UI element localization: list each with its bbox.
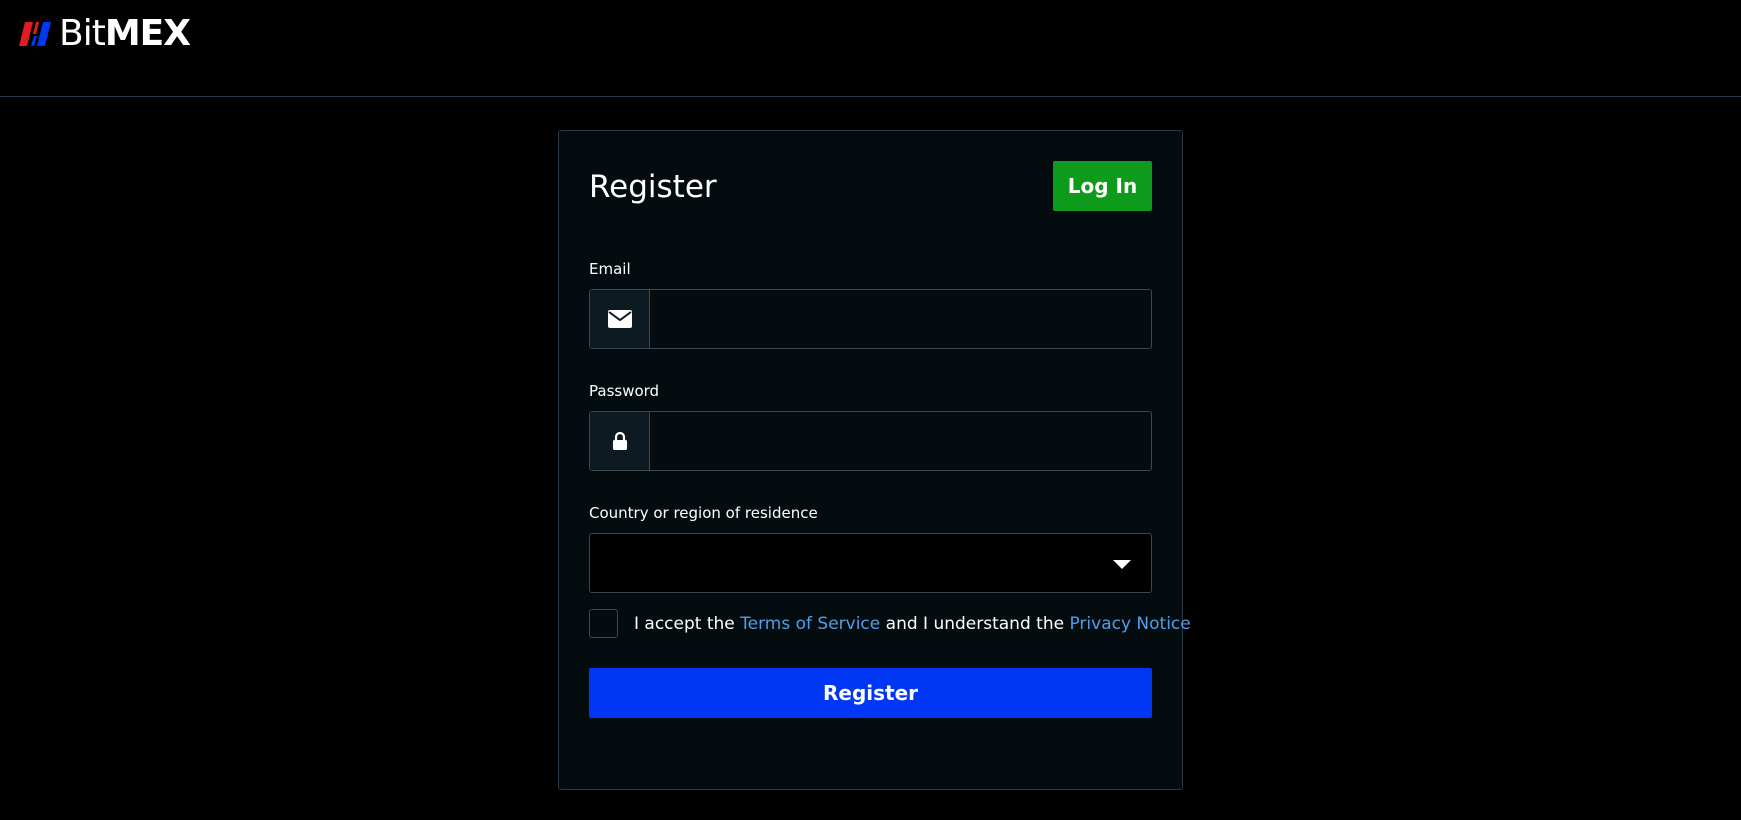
terms-of-service-link[interactable]: Terms of Service — [740, 614, 880, 634]
bitmex-logo[interactable]: BitMEX — [19, 13, 191, 54]
email-label: Email — [589, 260, 631, 278]
password-label: Password — [589, 382, 660, 400]
terms-acceptance-text: I accept the Terms of Service and I unde… — [634, 612, 1191, 636]
lock-icon — [612, 431, 627, 450]
terms-text-middle: and I understand the — [880, 614, 1070, 634]
password-addon — [590, 412, 650, 470]
terms-checkbox[interactable] — [589, 609, 618, 638]
terms-text-before: I accept the — [634, 614, 741, 634]
envelope-icon — [607, 310, 632, 328]
top-navigation-bar: BitMEX — [0, 0, 1741, 97]
country-label: Country or region of residence — [589, 504, 818, 522]
email-input-group — [589, 289, 1152, 349]
email-addon — [590, 290, 650, 348]
register-button[interactable]: Register — [589, 668, 1152, 718]
privacy-notice-link[interactable]: Privacy Notice — [1069, 614, 1190, 634]
password-field[interactable] — [650, 412, 1151, 470]
register-card: Register Log In Email Password Country o… — [558, 130, 1191, 790]
country-select[interactable] — [589, 533, 1152, 593]
bitmex-logo-mark-icon — [19, 22, 51, 46]
email-field[interactable] — [650, 290, 1151, 348]
bitmex-wordmark: BitMEX — [59, 13, 191, 54]
register-title: Register — [589, 169, 717, 205]
log-in-button[interactable]: Log In — [1053, 161, 1152, 211]
password-input-group — [589, 411, 1152, 471]
chevron-down-icon — [1113, 560, 1131, 569]
